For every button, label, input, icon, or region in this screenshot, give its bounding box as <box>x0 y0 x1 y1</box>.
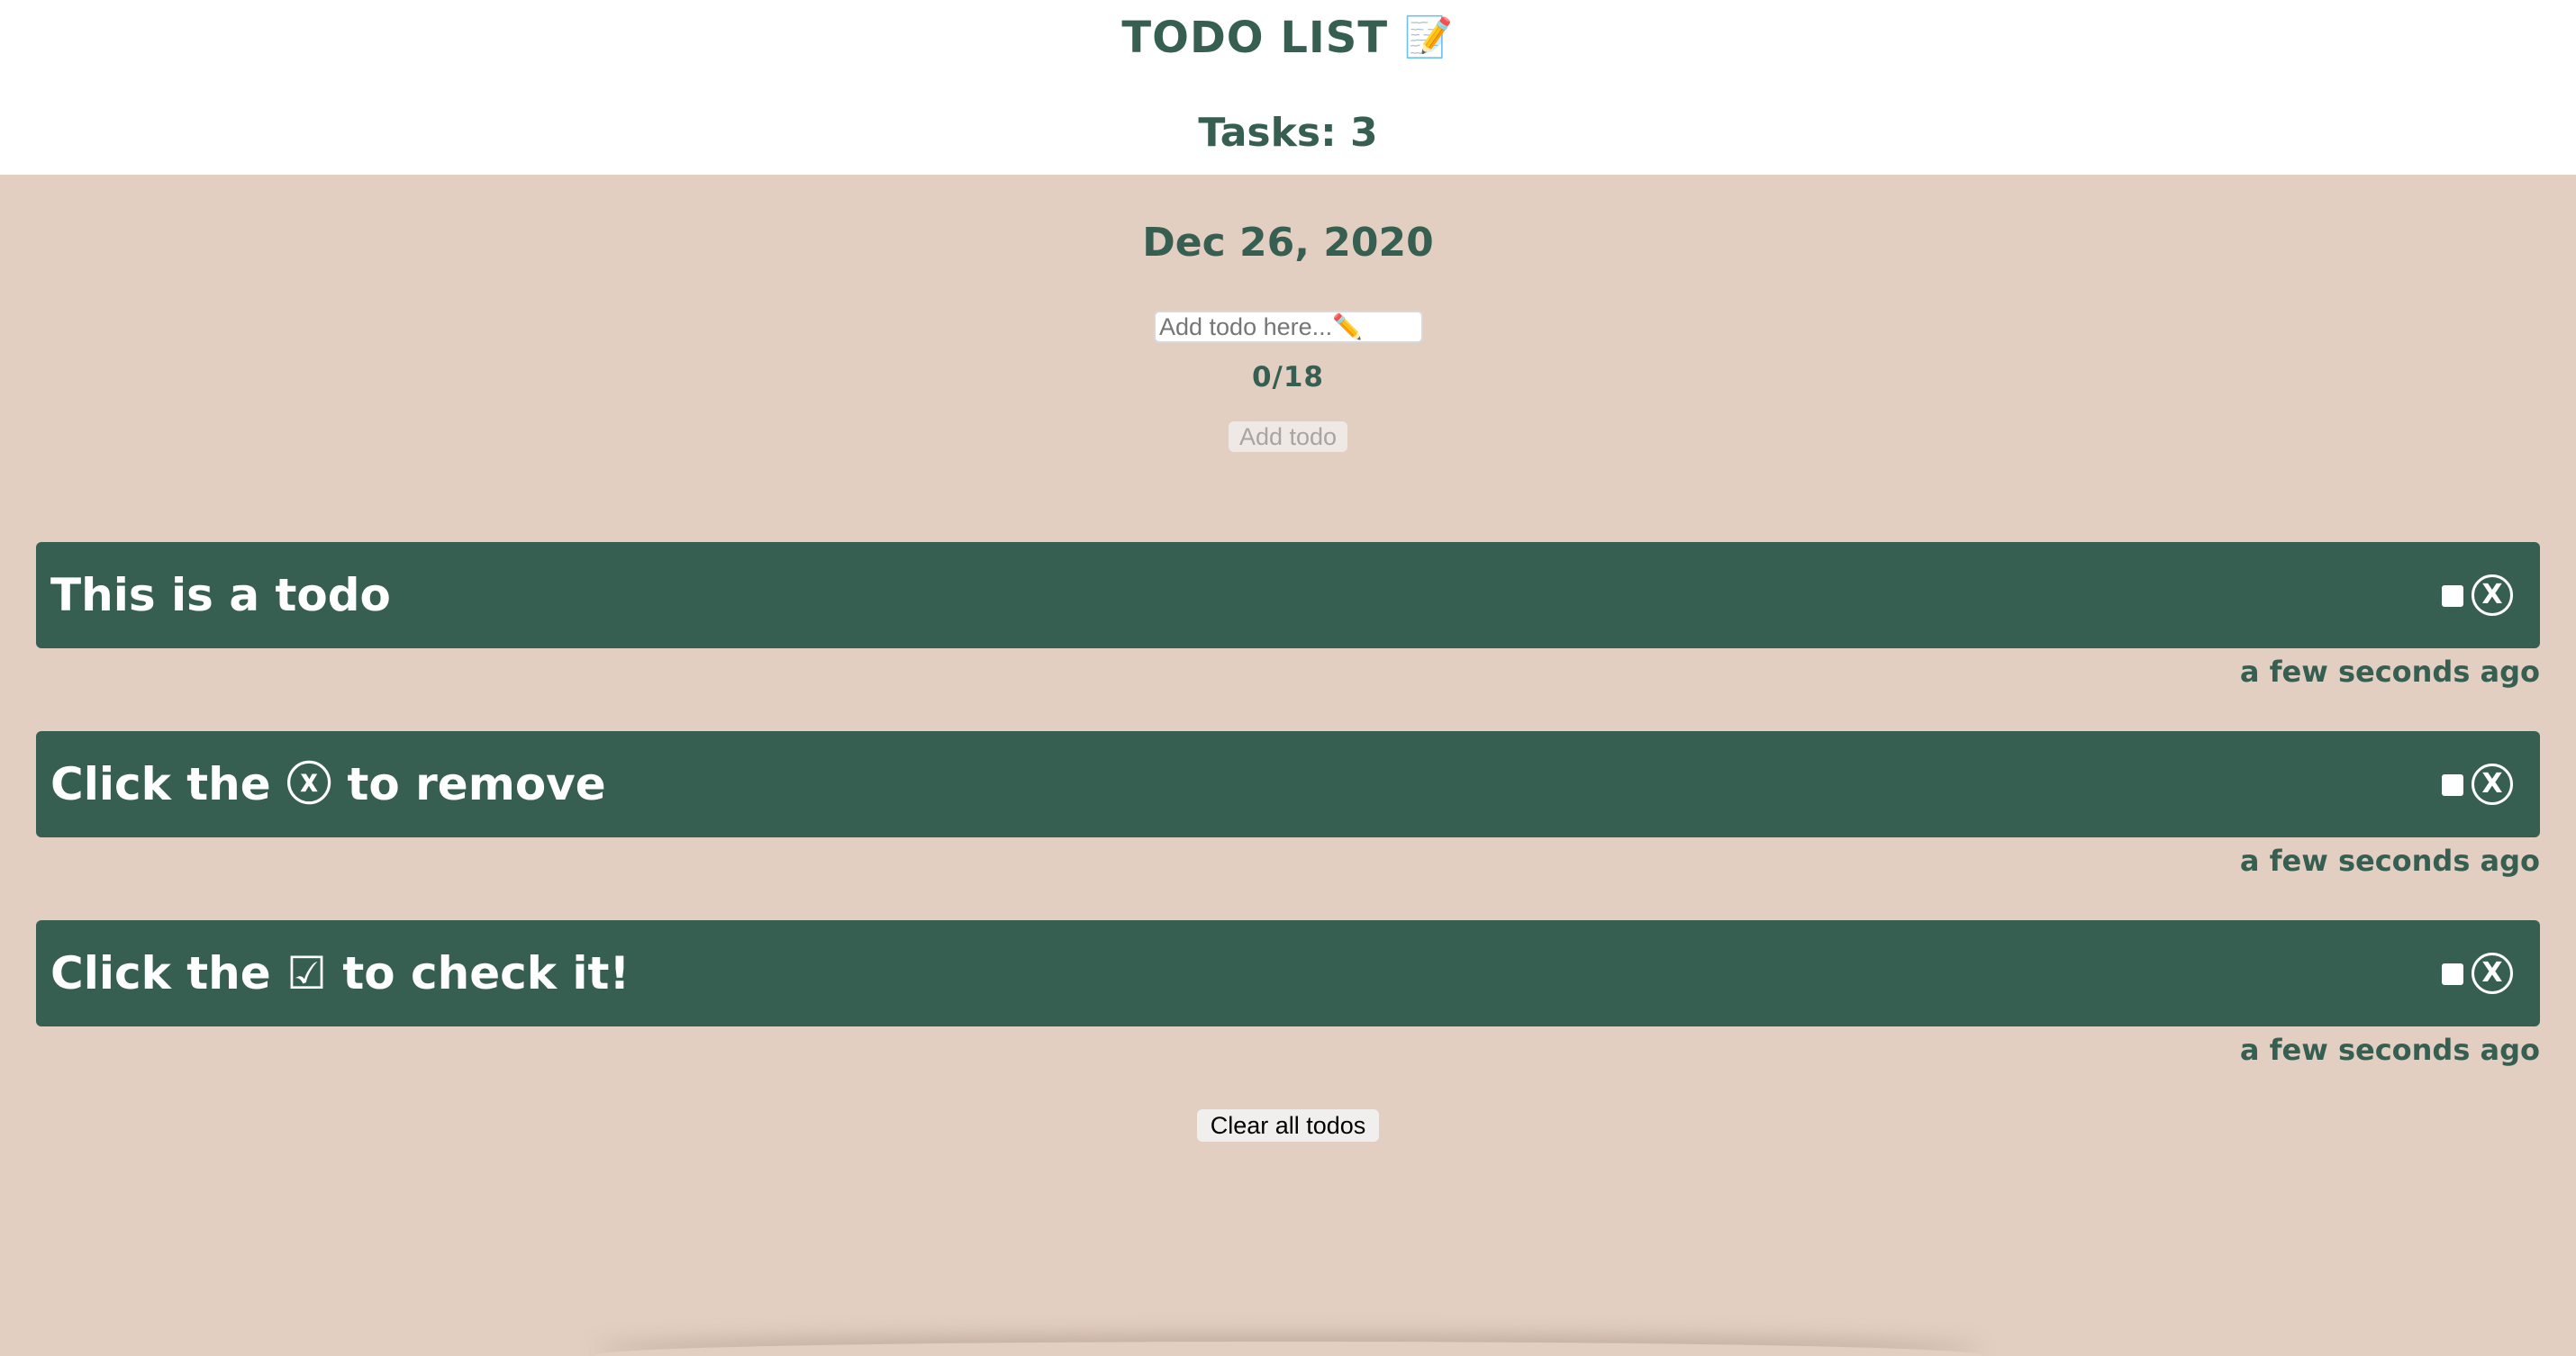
todo-checkbox[interactable] <box>2442 585 2463 607</box>
app-title-text: TODO LIST <box>1121 13 1389 63</box>
remove-todo-icon[interactable]: X <box>2472 574 2513 616</box>
bottom-panel-shadow <box>594 1342 1982 1356</box>
todo-text: Click the ⓧ to remove <box>50 758 606 810</box>
todo-item: Click the ☑ to check it! X a few seconds… <box>36 920 2540 1109</box>
todo-timestamp: a few seconds ago <box>2239 655 2540 689</box>
memo-icon: 📝 <box>1403 14 1455 60</box>
add-todo-button[interactable]: Add todo <box>1229 421 1347 452</box>
todo-text: Click the ☑ to check it! <box>50 947 630 999</box>
todo-bar: Click the ☑ to check it! X <box>36 920 2540 1026</box>
todo-bar: Click the ⓧ to remove X <box>36 731 2540 837</box>
todo-input[interactable] <box>1154 311 1423 343</box>
remove-todo-icon[interactable]: X <box>2472 953 2513 994</box>
current-date: Dec 26, 2020 <box>1142 220 1434 266</box>
todo-list: This is a todo X a few seconds ago Click… <box>36 542 2540 1109</box>
char-counter: 0/18 <box>1251 361 1325 393</box>
todo-checkbox[interactable] <box>2442 963 2463 985</box>
task-count: Tasks: 3 <box>1198 110 1378 156</box>
todo-checkbox[interactable] <box>2442 774 2463 796</box>
app-title: TODO LIST 📝 <box>0 11 2576 65</box>
todo-timestamp: a few seconds ago <box>2239 1033 2540 1067</box>
todo-timestamp: a few seconds ago <box>2239 844 2540 878</box>
header: TODO LIST 📝 Tasks: 3 <box>0 0 2576 175</box>
clear-all-todos-button[interactable]: Clear all todos <box>1197 1109 1379 1142</box>
todo-text: This is a todo <box>50 569 391 621</box>
remove-todo-icon[interactable]: X <box>2472 764 2513 805</box>
todo-bar: This is a todo X <box>36 542 2540 648</box>
todo-item: This is a todo X a few seconds ago <box>36 542 2540 731</box>
todo-item: Click the ⓧ to remove X a few seconds ag… <box>36 731 2540 920</box>
